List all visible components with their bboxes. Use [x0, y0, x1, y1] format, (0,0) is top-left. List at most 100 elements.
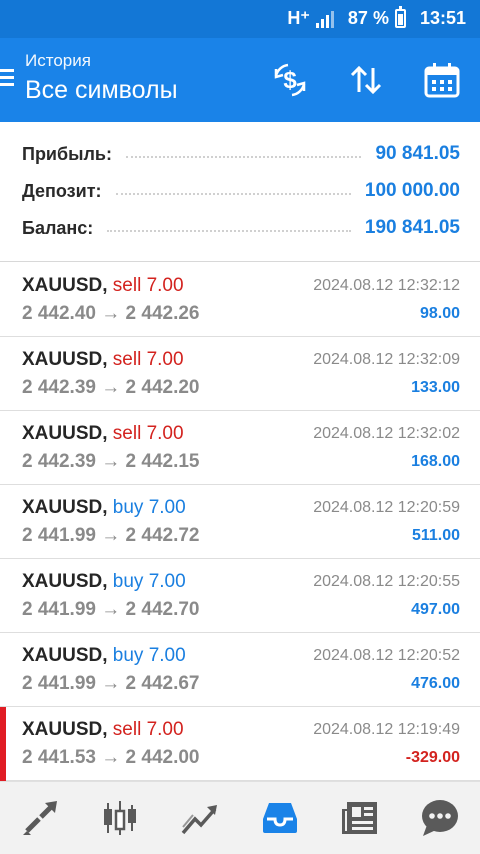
calendar-icon: [424, 63, 460, 98]
battery-percent: 87 %: [347, 8, 389, 28]
deal-profit: 133.00: [411, 379, 460, 396]
deal-type: sell 7.00: [112, 275, 184, 296]
deal-type: sell 7.00: [112, 349, 184, 370]
summary-value: 100 000.00: [364, 180, 460, 201]
trade-icon: [181, 805, 217, 835]
deal-close-price: 2 442.20: [125, 377, 200, 398]
deal-row[interactable]: XAUUSD, buy 7.00 2 441.99 → 2 442.70 202…: [0, 559, 480, 633]
summary-row-profit: Прибыль: 90 841.05: [22, 136, 460, 172]
deal-row[interactable]: XAUUSD, buy 7.00 2 441.99 → 2 442.72 202…: [0, 485, 480, 559]
arrow-icon: →: [101, 303, 121, 324]
deal-type: buy 7.00: [112, 571, 186, 592]
deal-open-price: 2 442.39: [22, 377, 96, 398]
deal-open-price: 2 442.40: [22, 303, 96, 324]
summary-row-deposit: Депозит: 100 000.00: [22, 173, 460, 209]
arrow-icon: →: [101, 599, 121, 620]
account-summary: Прибыль: 90 841.05 Депозит: 100 000.00 Б…: [0, 122, 480, 262]
deal-type: buy 7.00: [112, 497, 186, 518]
deal-open-price: 2 441.99: [22, 673, 96, 694]
deal-symbol: XAUUSD,: [22, 349, 108, 370]
app-bar: История Все символы $: [0, 38, 480, 122]
quotes-icon: [23, 801, 57, 835]
deal-row[interactable]: XAUUSD, sell 7.00 2 441.53 → 2 442.00 20…: [0, 707, 480, 781]
nav-chat[interactable]: [400, 782, 480, 854]
deal-close-price: 2 442.67: [125, 673, 200, 694]
svg-text:$: $: [283, 67, 297, 94]
deal-row[interactable]: XAUUSD, sell 7.00 2 442.39 → 2 442.15 20…: [0, 411, 480, 485]
deal-symbol: XAUUSD,: [22, 275, 108, 296]
deal-row[interactable]: XAUUSD, buy 7.00 2 441.99 → 2 442.67 202…: [0, 633, 480, 707]
deal-type: sell 7.00: [112, 719, 184, 740]
arrow-icon: →: [101, 673, 121, 694]
deal-profit: 511.00: [411, 527, 460, 544]
deal-symbol: XAUUSD,: [22, 497, 108, 518]
app-bar-actions: $: [252, 38, 480, 122]
sort-button[interactable]: [328, 38, 404, 122]
nav-quotes[interactable]: [0, 782, 80, 854]
summary-label: Баланс:: [22, 217, 94, 238]
deal-profit: 476.00: [411, 675, 460, 692]
summary-value: 190 841.05: [364, 217, 460, 238]
deal-time: 2024.08.12 12:20:55: [313, 573, 460, 590]
status-bar-right: H⁺ 87 % 13:51: [287, 6, 466, 29]
currency-exchange-button[interactable]: $: [252, 38, 328, 122]
network-type: H⁺: [287, 8, 310, 28]
summary-value: 90 841.05: [375, 143, 460, 164]
nav-trade[interactable]: [160, 782, 240, 854]
dotted-leader: [107, 230, 351, 232]
dotted-leader: [125, 156, 362, 158]
arrow-icon: →: [101, 377, 121, 398]
deal-time: 2024.08.12 12:20:59: [313, 499, 460, 516]
deal-open-price: 2 441.99: [22, 525, 96, 546]
deal-type: sell 7.00: [112, 423, 184, 444]
deal-profit: -329.00: [405, 749, 460, 766]
calendar-button[interactable]: [404, 38, 480, 122]
deal-open-price: 2 441.53: [22, 747, 96, 768]
menu-icon[interactable]: [0, 69, 14, 87]
summary-label: Прибыль:: [22, 143, 112, 164]
status-bar: H⁺ 87 % 13:51: [0, 0, 480, 38]
summary-label: Депозит:: [22, 180, 102, 201]
deal-symbol: XAUUSD,: [22, 571, 108, 592]
deal-profit: 168.00: [411, 453, 460, 470]
chart-icon: [104, 801, 136, 835]
clock: 13:51: [419, 8, 466, 28]
arrow-icon: →: [101, 451, 121, 472]
deal-close-price: 2 442.00: [125, 747, 200, 768]
deal-symbol: XAUUSD,: [22, 423, 108, 444]
deal-row[interactable]: XAUUSD, sell 7.00 2 442.40 → 2 442.26 20…: [0, 263, 480, 337]
app-bar-subtitle[interactable]: История: [25, 51, 91, 71]
deal-profit: 497.00: [411, 601, 460, 618]
deal-time: 2024.08.12 12:32:12: [313, 277, 460, 294]
summary-row-balance: Баланс: 190 841.05: [22, 210, 460, 246]
deal-time: 2024.08.12 12:20:52: [313, 647, 460, 664]
deal-close-price: 2 442.15: [125, 451, 200, 472]
deal-close-price: 2 442.26: [125, 303, 200, 324]
battery-charging-icon: [394, 6, 406, 28]
deal-close-price: 2 442.72: [125, 525, 200, 546]
deal-time: 2024.08.12 12:19:49: [313, 721, 460, 738]
sort-icon: [350, 65, 382, 95]
signal-icon: [315, 10, 334, 28]
deal-profit: 98.00: [419, 305, 460, 322]
bottom-navigation: [0, 781, 480, 854]
deal-symbol: XAUUSD,: [22, 645, 108, 666]
currency-exchange-icon: $: [274, 63, 306, 97]
deal-time: 2024.08.12 12:32:09: [313, 351, 460, 368]
news-icon: [342, 802, 377, 834]
deal-open-price: 2 442.39: [22, 451, 96, 472]
loss-indicator: [0, 707, 6, 781]
arrow-icon: →: [101, 525, 121, 546]
deal-open-price: 2 441.99: [22, 599, 96, 620]
nav-news[interactable]: [320, 782, 400, 854]
history-icon: [263, 803, 297, 833]
app-bar-title[interactable]: Все символы: [25, 76, 178, 105]
nav-chart[interactable]: [80, 782, 160, 854]
dotted-leader: [115, 193, 351, 195]
chat-icon: [422, 800, 458, 836]
deal-symbol: XAUUSD,: [22, 719, 108, 740]
deal-row[interactable]: XAUUSD, sell 7.00 2 442.39 → 2 442.20 20…: [0, 337, 480, 411]
deal-type: buy 7.00: [112, 645, 186, 666]
nav-history[interactable]: [240, 782, 320, 854]
arrow-icon: →: [101, 747, 121, 768]
